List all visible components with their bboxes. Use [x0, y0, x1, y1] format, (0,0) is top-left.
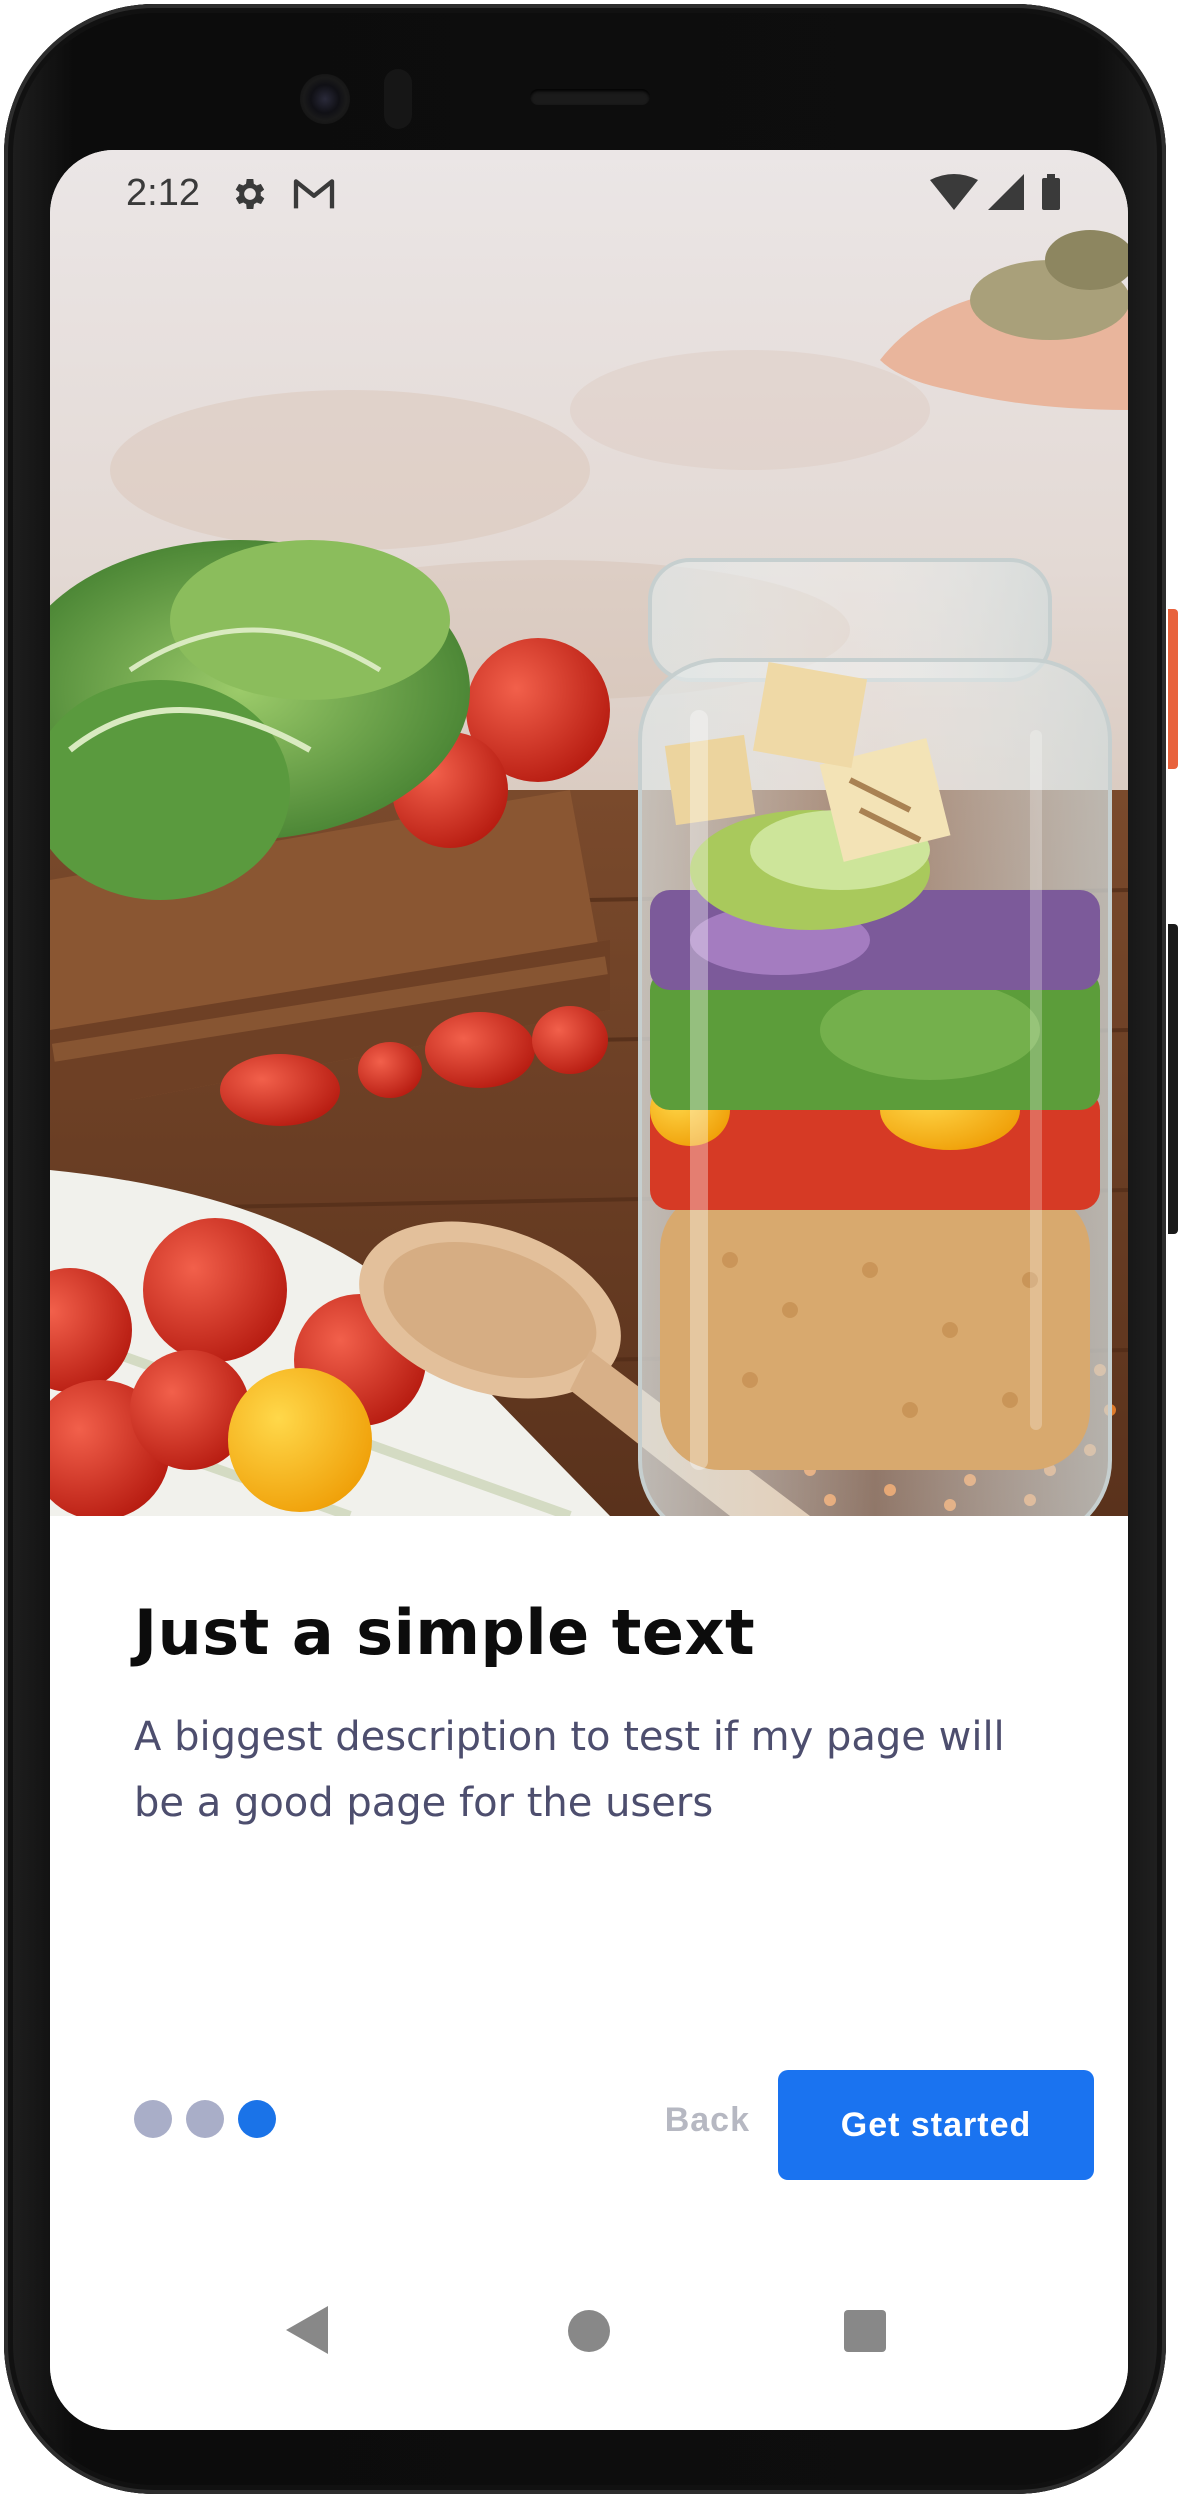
hero-image: 2:12 — [50, 150, 1128, 1516]
page-title: Just a simple text — [134, 1596, 756, 1669]
front-camera — [300, 74, 350, 124]
page-dot-1[interactable] — [134, 2100, 172, 2138]
phone-frame: 2:12 Just a simple text A biggest descri… — [4, 4, 1178, 2494]
battery-icon — [1042, 174, 1060, 210]
volume-rocker — [1168, 924, 1178, 1234]
back-button[interactable]: Back — [570, 2086, 750, 2154]
gmail-icon — [293, 179, 335, 209]
home-icon[interactable] — [568, 2310, 610, 2352]
page-dot-2[interactable] — [186, 2100, 224, 2138]
wifi-icon — [930, 174, 978, 210]
status-right-icons — [930, 174, 1060, 210]
screen: 2:12 Just a simple text A biggest descri… — [50, 150, 1128, 2430]
salad-jar-photo — [50, 150, 1128, 1516]
status-bar: 2:12 — [50, 150, 1128, 234]
page-dot-3-active[interactable] — [238, 2100, 276, 2138]
get-started-button[interactable]: Get started — [778, 2070, 1094, 2180]
onboarding-content: Just a simple text A biggest description… — [50, 1516, 1128, 2430]
gear-icon — [235, 179, 265, 209]
proximity-sensor — [384, 69, 412, 129]
earpiece-speaker — [530, 89, 650, 105]
page-description: A biggest description to test if my page… — [134, 1714, 1005, 1826]
status-time: 2:12 — [126, 172, 200, 214]
power-button — [1168, 609, 1178, 769]
signal-icon — [988, 174, 1024, 210]
back-icon[interactable] — [286, 2306, 328, 2354]
system-navigation-bar — [50, 2286, 1128, 2406]
recents-icon[interactable] — [844, 2310, 886, 2352]
page-indicator — [134, 2100, 294, 2140]
